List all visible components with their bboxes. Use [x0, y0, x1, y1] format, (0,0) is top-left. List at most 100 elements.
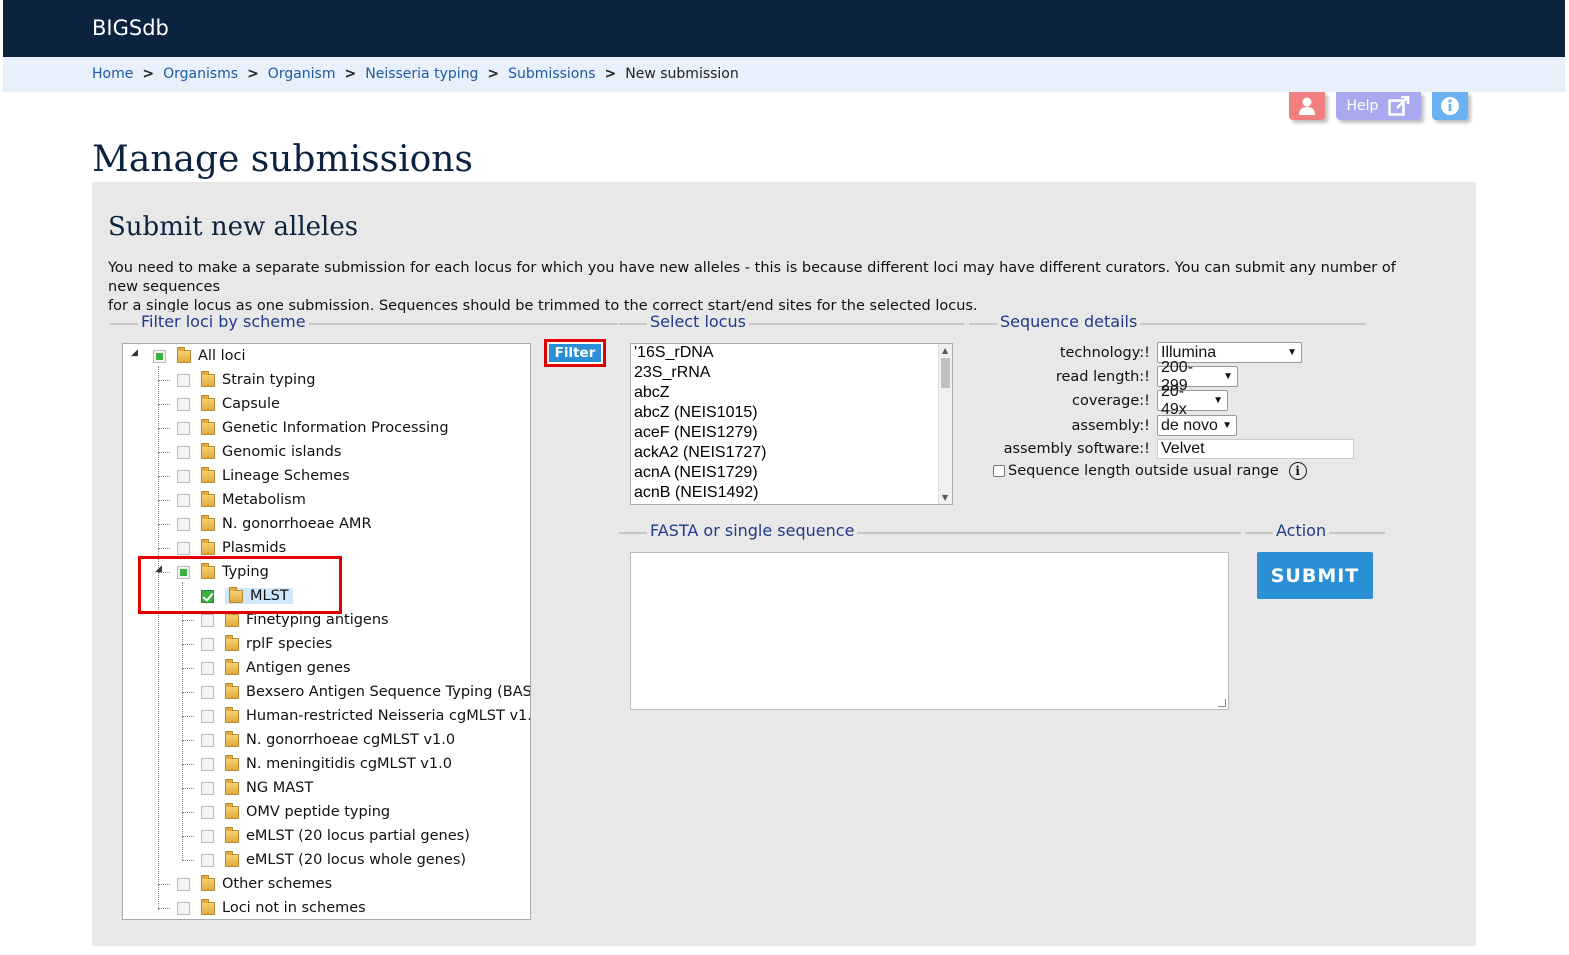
tree-node[interactable]: Capsule	[177, 394, 280, 414]
tree-checkbox[interactable]	[201, 853, 214, 867]
tree-node[interactable]: Lineage Schemes	[177, 466, 350, 486]
scroll-down-icon[interactable]: ▼	[942, 493, 948, 502]
tree-checkbox[interactable]	[177, 373, 190, 387]
fasta-legend: FASTA or single sequence	[647, 521, 858, 540]
folder-icon	[225, 850, 239, 867]
tree-checkbox[interactable]	[153, 349, 166, 363]
tree-checkbox[interactable]	[177, 397, 190, 411]
tree-checkbox[interactable]	[201, 661, 214, 675]
tree-checkbox[interactable]	[201, 829, 214, 843]
sequence-details-fieldset: Sequence details	[969, 312, 1366, 331]
breadcrumb-organisms[interactable]: Organisms	[163, 66, 238, 82]
length-outside-row: Sequence length outside usual range i	[993, 462, 1307, 480]
tree-checkbox[interactable]	[201, 685, 214, 699]
locus-option[interactable]: ackA2 (NEIS1727)	[634, 444, 767, 462]
length-outside-checkbox[interactable]	[993, 465, 1005, 477]
locus-listbox[interactable]: '16S_rDNA 23S_rRNA abcZ abcZ (NEIS1015) …	[630, 343, 953, 505]
tree-node[interactable]: NG MAST	[201, 778, 313, 798]
sequence-details-legend: Sequence details	[997, 312, 1141, 331]
breadcrumb-organism[interactable]: Organism	[268, 66, 336, 82]
folder-icon	[201, 442, 215, 459]
tree-node[interactable]: eMLST (20 locus whole genes)	[201, 850, 466, 870]
info-button[interactable]	[1432, 92, 1468, 120]
tree-connector	[158, 524, 170, 525]
tree-checkbox[interactable]	[177, 517, 190, 531]
breadcrumb-separator: >	[344, 66, 357, 82]
tree-checkbox[interactable]	[177, 493, 190, 507]
tree-node-label: Genomic islands	[222, 444, 342, 460]
breadcrumb-home[interactable]: Home	[92, 66, 133, 82]
locus-option[interactable]: abcZ	[634, 384, 670, 402]
page-title: Manage submissions	[92, 139, 473, 181]
chevron-down-icon: ▼	[1222, 420, 1232, 431]
tree-node[interactable]: Human-restricted Neisseria cgMLST v1.0	[201, 706, 530, 726]
tree-connector	[182, 836, 194, 837]
scheme-tree[interactable]: ◢ ◢ All loci Strain typing Capsule Genet…	[122, 343, 531, 920]
tree-node-label: NG MAST	[246, 780, 314, 796]
tree-node[interactable]: Genomic islands	[177, 442, 341, 462]
locus-option[interactable]: acnA (NEIS1729)	[634, 464, 758, 482]
breadcrumb-neisseria-typing[interactable]: Neisseria typing	[365, 66, 478, 82]
tree-checkbox[interactable]	[177, 901, 190, 915]
tree-node-all-loci[interactable]: All loci	[153, 346, 246, 366]
tree-node[interactable]: OMV peptide typing	[201, 802, 390, 822]
assembly-select[interactable]: de novo ▼	[1157, 415, 1237, 436]
tree-checkbox[interactable]	[201, 709, 214, 723]
submit-button[interactable]: SUBMIT	[1257, 552, 1373, 599]
user-account-button[interactable]	[1289, 92, 1325, 120]
tree-checkbox[interactable]	[177, 877, 190, 891]
tree-connector	[158, 404, 170, 405]
tree-node-label: Capsule	[222, 396, 280, 412]
tree-checkbox[interactable]	[177, 421, 190, 435]
tree-node-label: Strain typing	[222, 372, 316, 388]
tree-node[interactable]: N. gonorrhoeae AMR	[177, 514, 372, 534]
locus-option[interactable]: '16S_rDNA	[634, 344, 714, 362]
brand-logo[interactable]: BIGSdb	[92, 16, 169, 40]
select-locus-fieldset: Select locus	[619, 312, 964, 331]
tree-checkbox[interactable]	[201, 757, 214, 771]
fasta-textarea[interactable]	[630, 552, 1229, 710]
tree-checkbox[interactable]	[201, 637, 214, 651]
tree-checkbox[interactable]	[201, 613, 214, 627]
breadcrumb-submissions[interactable]: Submissions	[508, 66, 595, 82]
locus-option[interactable]: aceF (NEIS1279)	[634, 424, 758, 442]
assembly-software-input[interactable]: Velvet	[1157, 439, 1354, 459]
tree-checkbox[interactable]	[177, 445, 190, 459]
info-icon[interactable]: i	[1288, 462, 1307, 480]
folder-icon	[201, 394, 215, 411]
tree-node-label: OMV peptide typing	[246, 804, 391, 820]
help-button[interactable]: Help	[1336, 92, 1421, 120]
collapse-arrow-icon[interactable]: ◢	[131, 348, 138, 358]
tree-node[interactable]: N. gonorrhoeae cgMLST v1.0	[201, 730, 455, 750]
tree-checkbox[interactable]	[201, 781, 214, 795]
tree-checkbox[interactable]	[177, 541, 190, 555]
tree-connector	[182, 812, 194, 813]
tree-checkbox[interactable]	[177, 469, 190, 483]
tree-node[interactable]: Other schemes	[177, 874, 332, 894]
tree-node[interactable]: Bexsero Antigen Sequence Typing (BAST)	[201, 682, 531, 702]
locus-option[interactable]: acnB (NEIS1492)	[634, 484, 759, 502]
folder-icon	[225, 730, 239, 747]
tree-connector	[182, 692, 194, 693]
tree-node[interactable]: Strain typing	[177, 370, 315, 390]
breadcrumb-current: New submission	[625, 66, 739, 82]
tree-node-label: Bexsero Antigen Sequence Typing (BAST)	[246, 684, 531, 700]
locus-option[interactable]: abcZ (NEIS1015)	[634, 404, 758, 422]
tree-node-label: All loci	[198, 348, 246, 364]
tree-checkbox[interactable]	[201, 805, 214, 819]
resize-handle-icon[interactable]	[1218, 699, 1226, 707]
locus-option[interactable]: 23S_rRNA	[634, 364, 710, 382]
filter-button[interactable]: Filter	[544, 339, 606, 367]
tree-node[interactable]: eMLST (20 locus partial genes)	[201, 826, 470, 846]
tree-node[interactable]: Metabolism	[177, 490, 306, 510]
tree-node[interactable]: Plasmids	[177, 538, 286, 558]
folder-icon	[201, 370, 215, 387]
tree-node[interactable]: Antigen genes	[201, 658, 351, 678]
filter-loci-legend: Filter loci by scheme	[138, 312, 309, 331]
tree-node[interactable]: rplF species	[201, 634, 332, 654]
tree-checkbox[interactable]	[201, 733, 214, 747]
coverage-select[interactable]: 20-49x ▼	[1157, 383, 1228, 418]
tree-node[interactable]: N. meningitidis cgMLST v1.0	[201, 754, 452, 774]
tree-node[interactable]: Loci not in schemes	[177, 898, 366, 918]
tree-node[interactable]: Genetic Information Processing	[177, 418, 449, 438]
